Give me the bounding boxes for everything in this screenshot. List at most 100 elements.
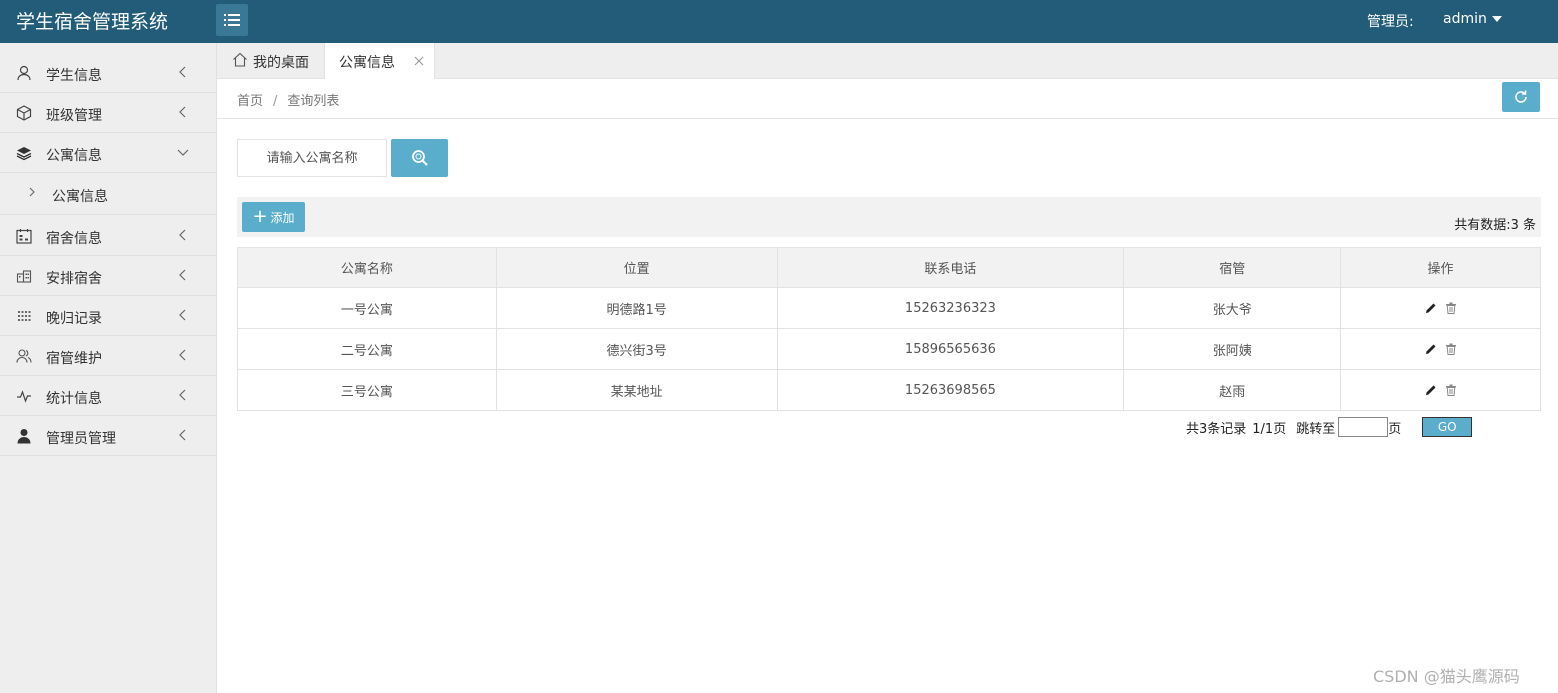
sidebar-item-students[interactable]: 学生信息 <box>0 53 216 93</box>
refresh-button[interactable] <box>1502 82 1540 112</box>
top-header: 学生宿舍管理系统 管理员: admin <box>0 0 1558 43</box>
cell-actions <box>1340 369 1541 411</box>
edit-pencil-icon[interactable] <box>1425 384 1437 396</box>
chevron-right-icon <box>29 187 35 197</box>
cell-name: 二号公寓 <box>237 328 497 370</box>
sidebar-item-apartments[interactable]: 公寓信息 <box>0 133 216 173</box>
sidebar-item-dorm-managers[interactable]: 宿管维护 <box>0 336 216 376</box>
list-menu-icon <box>224 14 240 26</box>
delete-trash-icon[interactable] <box>1445 384 1457 396</box>
sidebar-item-label: 安排宿舍 <box>46 271 102 287</box>
chevron-left-icon <box>179 66 186 78</box>
add-button[interactable]: + 添加 <box>242 202 305 232</box>
sidebar-item-late-return[interactable]: 晚归记录 <box>0 296 216 336</box>
admin-name: admin <box>1443 11 1487 27</box>
cell-location: 某某地址 <box>495 369 778 411</box>
refresh-icon <box>1515 90 1527 103</box>
cell-name: 一号公寓 <box>237 287 497 329</box>
pager-records: 共3条记录 <box>1186 421 1247 437</box>
cell-location: 德兴街3号 <box>495 328 778 370</box>
chevron-left-icon <box>179 389 186 401</box>
sidebar-item-classes[interactable]: 班级管理 <box>0 93 216 133</box>
col-header-location: 位置 <box>495 247 778 288</box>
menu-toggle-button[interactable] <box>216 4 248 36</box>
col-header-actions: 操作 <box>1340 247 1541 288</box>
cell-phone: 15263236323 <box>776 287 1125 329</box>
sidebar-item-label: 班级管理 <box>46 108 102 124</box>
watermark: CSDN @猫头鹰源码 <box>1373 667 1520 686</box>
chevron-left-icon <box>179 106 186 118</box>
chevron-left-icon <box>179 309 186 321</box>
home-icon <box>233 52 247 67</box>
pager-jump-label: 跳转至 <box>1296 421 1336 437</box>
chevron-left-icon <box>179 429 186 441</box>
pagination: 共3条记录 1/1页 跳转至 页 GO <box>1186 417 1473 437</box>
pager-page-unit: 页 <box>1388 421 1402 437</box>
tab-home[interactable]: 我的桌面 <box>217 43 325 79</box>
cell-actions <box>1340 328 1541 370</box>
sidebar-item-dorms[interactable]: 宿舍信息 <box>0 216 216 256</box>
table-toolbar: + 添加 共有数据:3 条 <box>237 197 1541 237</box>
search-button[interactable] <box>391 139 448 177</box>
users-icon <box>16 349 32 363</box>
app-logo-title: 学生宿舍管理系统 <box>16 11 169 33</box>
sidebar-item-label: 统计信息 <box>46 391 102 407</box>
sidebar-item-label: 晚归记录 <box>46 311 102 327</box>
sidebar-item-label: 管理员管理 <box>46 431 116 447</box>
table-row: 二号公寓 德兴街3号 15896565636 张阿姨 <box>237 328 1541 370</box>
col-header-name: 公寓名称 <box>237 247 497 288</box>
cell-location: 明德路1号 <box>495 287 778 329</box>
cell-phone: 15896565636 <box>776 328 1125 370</box>
sidebar-item-arrange[interactable]: 安排宿舍 <box>0 256 216 296</box>
sidebar-item-label: 宿舍信息 <box>46 231 102 247</box>
layers-icon <box>16 147 32 161</box>
cube-icon <box>16 105 32 121</box>
col-header-manager: 宿管 <box>1123 247 1342 288</box>
sidebar-item-statistics[interactable]: 统计信息 <box>0 376 216 416</box>
delete-trash-icon[interactable] <box>1445 302 1457 314</box>
cell-phone: 15263698565 <box>776 369 1125 411</box>
sidebar-item-label: 学生信息 <box>46 68 102 84</box>
sidebar-item-label: 公寓信息 <box>46 148 102 164</box>
tab-active-label: 公寓信息 <box>339 55 395 71</box>
table-row: 一号公寓 明德路1号 15263236323 张大爷 <box>237 287 1541 329</box>
close-icon[interactable] <box>414 56 424 66</box>
add-button-label: 添加 <box>270 210 295 225</box>
tab-bar: 我的桌面 公寓信息 <box>217 43 1558 79</box>
breadcrumb-separator: / <box>273 94 278 109</box>
breadcrumb-home-link[interactable]: 首页 <box>237 94 263 109</box>
sidebar-subitem-label: 公寓信息 <box>52 189 108 205</box>
tab-apartment-info[interactable]: 公寓信息 <box>325 43 435 79</box>
plus-icon: + <box>252 206 268 227</box>
admin-user-dropdown[interactable]: admin <box>1443 11 1502 27</box>
chevron-left-icon <box>179 229 186 241</box>
sidebar-item-admins[interactable]: 管理员管理 <box>0 416 216 456</box>
sidebar-item-label: 宿管维护 <box>46 351 102 367</box>
apartment-table: 公寓名称 位置 联系电话 宿管 操作 一号公寓 明德路1号 1526323632… <box>237 247 1541 411</box>
table-header-row: 公寓名称 位置 联系电话 宿管 操作 <box>237 247 1541 288</box>
person-icon <box>17 429 31 444</box>
pager-pages: 1/1页 <box>1252 421 1287 437</box>
tab-home-label: 我的桌面 <box>253 55 309 71</box>
grid-icon <box>18 311 31 321</box>
building-icon <box>16 270 32 283</box>
cell-actions <box>1340 287 1541 329</box>
sidebar-subitem-apartment-info[interactable]: 公寓信息 <box>0 173 216 215</box>
user-icon <box>17 65 31 81</box>
breadcrumb-current: 查询列表 <box>287 94 340 109</box>
cell-manager: 张大爷 <box>1123 287 1342 329</box>
edit-pencil-icon[interactable] <box>1425 302 1437 314</box>
page-jump-input[interactable] <box>1338 417 1389 437</box>
pulse-icon <box>17 390 31 403</box>
cell-name: 三号公寓 <box>237 369 497 411</box>
edit-pencil-icon[interactable] <box>1425 343 1437 355</box>
admin-label: 管理员: <box>1367 14 1414 30</box>
delete-trash-icon[interactable] <box>1445 343 1457 355</box>
search-input[interactable] <box>237 139 387 177</box>
chevron-left-icon <box>179 349 186 361</box>
caret-down-icon <box>1491 16 1502 22</box>
go-button[interactable]: GO <box>1422 417 1473 437</box>
cell-manager: 张阿姨 <box>1123 328 1342 370</box>
total-count: 共有数据:3 条 <box>1454 218 1536 233</box>
search-icon <box>411 150 428 166</box>
